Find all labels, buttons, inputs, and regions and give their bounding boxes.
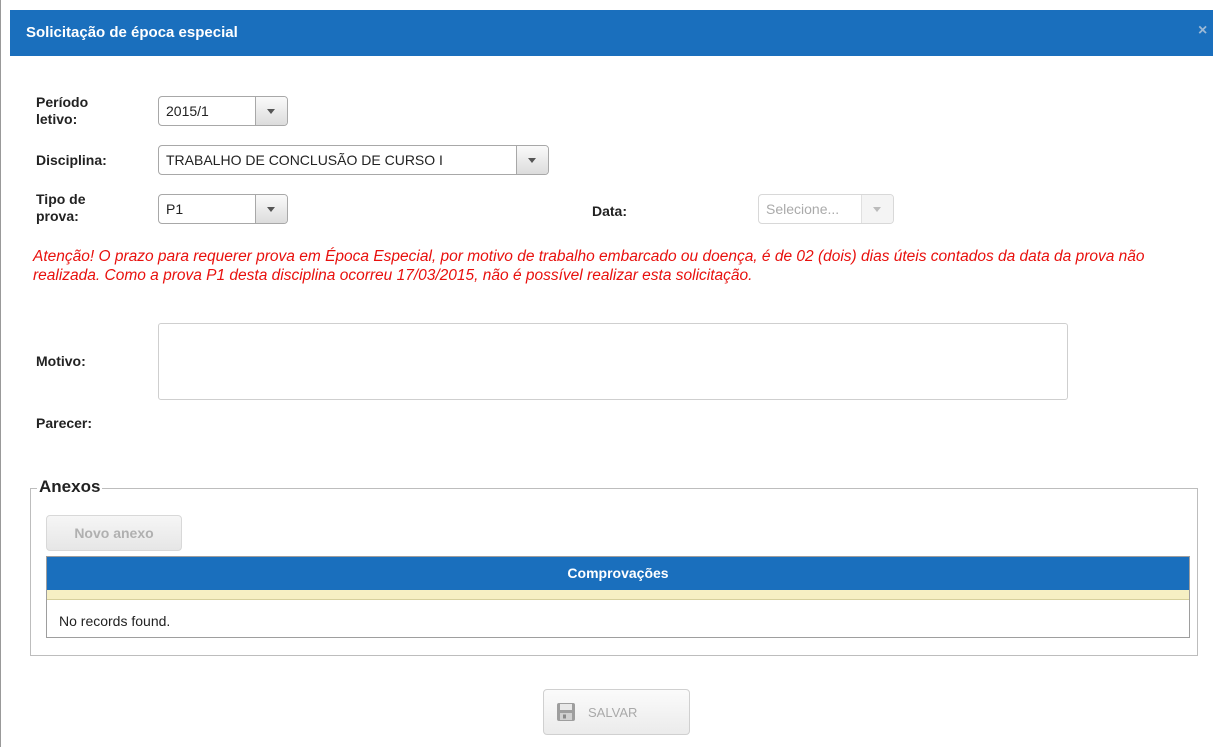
periodo-select-value: 2015/1: [166, 103, 209, 119]
chevron-down-icon: [528, 158, 536, 163]
data-select[interactable]: Selecione...: [758, 194, 894, 224]
parecer-label: Parecer:: [36, 415, 93, 431]
comprovacoes-table: Comprovações No records found.: [46, 556, 1190, 638]
tipo-prova-label: Tipo de prova:: [36, 191, 86, 225]
save-button-label: SALVAR: [588, 705, 638, 720]
data-dropdown-button[interactable]: [861, 195, 893, 223]
periodo-label-line2: letivo:: [36, 111, 78, 127]
close-icon[interactable]: ×: [1198, 22, 1207, 40]
tipo-prova-label-line2: prova:: [36, 208, 79, 224]
anexos-legend: Anexos: [37, 477, 103, 497]
disciplina-dropdown-button[interactable]: [516, 146, 548, 174]
chevron-down-icon: [267, 207, 275, 212]
disciplina-select[interactable]: TRABALHO DE CONCLUSÃO DE CURSO I: [158, 145, 549, 175]
motivo-label: Motivo:: [36, 353, 86, 369]
novo-anexo-button[interactable]: Novo anexo: [46, 515, 182, 551]
chevron-down-icon: [873, 207, 881, 212]
motivo-textarea[interactable]: [158, 323, 1068, 400]
data-label: Data:: [592, 203, 628, 219]
tipo-prova-label-line1: Tipo de: [36, 191, 86, 207]
deadline-warning: Atenção! O prazo para requerer prova em …: [33, 248, 1145, 284]
tipo-prova-select-value: P1: [166, 201, 184, 217]
tipo-prova-dropdown-button[interactable]: [255, 195, 287, 223]
table-empty-band: [47, 590, 1189, 600]
disciplina-select-value: TRABALHO DE CONCLUSÃO DE CURSO I: [166, 152, 443, 168]
disciplina-label: Disciplina:: [36, 152, 107, 168]
window-left-edge: [0, 0, 1, 747]
column-header-comprovacoes[interactable]: Comprovações: [47, 565, 1189, 581]
periodo-label-line1: Período: [36, 94, 89, 110]
save-button[interactable]: SALVAR: [543, 689, 690, 735]
periodo-label: Período letivo:: [36, 94, 88, 128]
chevron-down-icon: [267, 109, 275, 114]
no-records-message: No records found.: [59, 613, 171, 629]
table-header: Comprovações: [47, 557, 1189, 590]
tipo-prova-select[interactable]: P1: [158, 194, 288, 224]
data-select-placeholder: Selecione...: [766, 201, 840, 217]
periodo-dropdown-button[interactable]: [255, 97, 287, 125]
floppy-disk-icon: [557, 703, 575, 721]
novo-anexo-label: Novo anexo: [74, 525, 154, 541]
dialog-titlebar: Solicitação de época especial ×: [10, 10, 1213, 56]
periodo-select[interactable]: 2015/1: [158, 96, 288, 126]
dialog-title: Solicitação de época especial: [26, 24, 238, 41]
